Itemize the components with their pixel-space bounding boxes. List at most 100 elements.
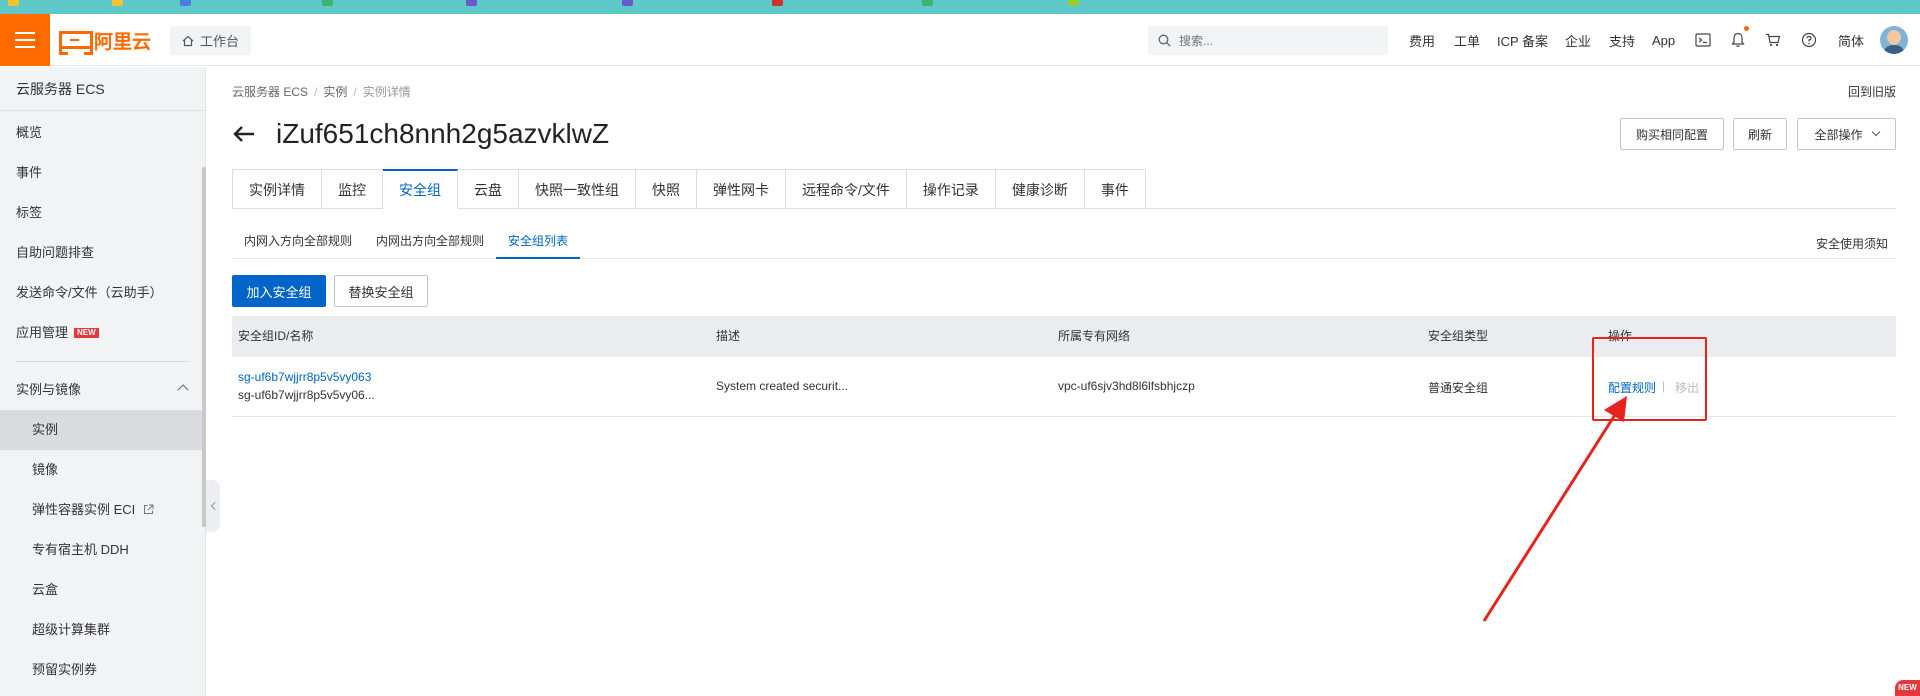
- col-header-actions: 操作: [1608, 329, 1633, 343]
- sidebar-item-cloudbox[interactable]: 云盒: [0, 570, 205, 610]
- nav-app[interactable]: App: [1652, 14, 1675, 66]
- bookmarks-bar: [0, 0, 1920, 14]
- refresh-button[interactable]: 刷新: [1733, 118, 1787, 150]
- tab-health-diagnosis[interactable]: 健康诊断: [995, 169, 1085, 209]
- chevron-left-icon: [210, 501, 219, 511]
- chevron-up-icon: [177, 384, 189, 396]
- page-title: iZuf651ch8nnh2g5azvklwZ: [276, 118, 610, 149]
- hamburger-menu-button[interactable]: [0, 14, 50, 66]
- sidebar-item-cloud-assistant[interactable]: 发送命令/文件（云助手）: [0, 273, 205, 313]
- tab-security-groups[interactable]: 安全组: [383, 169, 458, 209]
- sidebar-item-eci[interactable]: 弹性容器实例 ECI: [0, 490, 205, 530]
- configure-rules-link[interactable]: 配置规则: [1608, 379, 1656, 396]
- security-group-name: sg-uf6b7wjjrr8p5v5vy06...: [238, 388, 375, 402]
- tab-eni[interactable]: 弹性网卡: [697, 169, 786, 209]
- sidebar-item-reserved[interactable]: 预留实例券: [0, 650, 205, 690]
- aliyun-logo[interactable]: 阿里云: [59, 28, 152, 55]
- col-header-id-name: 安全组ID/名称: [238, 329, 314, 343]
- subtab-inbound-rules[interactable]: 内网入方向全部规则: [232, 226, 364, 259]
- bookmark[interactable]: [322, 0, 337, 8]
- tab-instance-details[interactable]: 实例详情: [232, 169, 322, 209]
- tab-snapshot-consistency[interactable]: 快照一致性组: [519, 169, 636, 209]
- logo-icon: [59, 31, 93, 55]
- breadcrumb-ecs[interactable]: 云服务器 ECS: [232, 85, 308, 99]
- search-input[interactable]: [1179, 33, 1379, 48]
- security-notice-link[interactable]: 安全使用须知: [1816, 235, 1888, 252]
- sidebar-item-troubleshoot[interactable]: 自助问题排查: [0, 233, 205, 273]
- sidebar-item-images[interactable]: 镜像: [0, 450, 205, 490]
- tab-operation-logs[interactable]: 操作记录: [906, 169, 996, 209]
- sidebar-item-label: 应用管理: [16, 325, 69, 340]
- nav-support[interactable]: 支持: [1609, 14, 1635, 66]
- bookmark[interactable]: [1068, 0, 1083, 8]
- all-actions-dropdown[interactable]: 全部操作: [1797, 118, 1896, 150]
- replace-security-group-button[interactable]: 替换安全组: [334, 275, 428, 307]
- bookmark[interactable]: [180, 0, 195, 8]
- global-search[interactable]: [1148, 26, 1388, 55]
- bookmark[interactable]: [622, 0, 637, 8]
- new-badge: NEW: [74, 328, 99, 338]
- breadcrumb-instances[interactable]: 实例: [323, 85, 347, 99]
- sidebar-collapse-handle[interactable]: [206, 480, 220, 532]
- back-arrow-icon[interactable]: [232, 125, 256, 143]
- nav-tickets[interactable]: 工单: [1454, 14, 1480, 66]
- cart-icon[interactable]: [1762, 14, 1784, 66]
- nav-fees[interactable]: 费用: [1409, 14, 1435, 66]
- sidebar-item-tags[interactable]: 标签: [0, 193, 205, 233]
- all-actions-label: 全部操作: [1814, 127, 1863, 142]
- nav-enterprise[interactable]: 企业: [1565, 14, 1591, 66]
- bookmark[interactable]: [466, 0, 481, 8]
- tab-monitoring[interactable]: 监控: [322, 169, 383, 209]
- sidebar-item-overview[interactable]: 概览: [0, 113, 205, 153]
- sidebar-group-label: 实例与镜像: [16, 382, 82, 397]
- external-link-icon: [143, 504, 154, 514]
- sidebar-item-instances[interactable]: 实例: [0, 410, 205, 450]
- terminal-icon[interactable]: [1692, 14, 1714, 66]
- nav-icp[interactable]: ICP 备案: [1497, 14, 1548, 66]
- table-header: 安全组ID/名称 描述 所属专有网络 安全组类型 操作: [232, 316, 1896, 357]
- security-group-vpc: vpc-uf6sjv3hd8l6lfsbhjczp: [1058, 379, 1195, 393]
- sidebar-item-scc[interactable]: 超级计算集群: [0, 610, 205, 650]
- security-group-description: System created securit...: [716, 379, 849, 393]
- menu-icon: [15, 39, 35, 41]
- tab-remote-commands[interactable]: 远程命令/文件: [786, 169, 907, 209]
- breadcrumb-current: 实例详情: [362, 85, 411, 99]
- bookmark[interactable]: [112, 0, 127, 8]
- buy-same-config-button[interactable]: 购买相同配置: [1620, 118, 1724, 150]
- security-group-id-link[interactable]: sg-uf6b7wjjrr8p5v5vy063: [238, 370, 371, 384]
- help-icon[interactable]: [1798, 14, 1820, 66]
- sidebar-divider: [16, 361, 189, 362]
- back-to-old-version-link[interactable]: 回到旧版: [1848, 83, 1896, 100]
- tab-disks[interactable]: 云盘: [458, 169, 519, 209]
- workbench-button[interactable]: 工作台: [170, 26, 252, 55]
- page-header: iZuf651ch8nnh2g5azvklwZ: [232, 116, 609, 152]
- action-separator: |: [1662, 379, 1666, 393]
- breadcrumb: 云服务器 ECS / 实例 / 实例详情: [232, 85, 411, 99]
- sidebar-item-events[interactable]: 事件: [0, 153, 205, 193]
- sidebar-item-app-management[interactable]: 应用管理 NEW: [0, 313, 205, 353]
- notification-dot: [1744, 26, 1749, 31]
- remove-link[interactable]: 移出: [1675, 379, 1699, 396]
- bell-icon[interactable]: [1727, 14, 1749, 66]
- logo-text: 阿里云: [94, 31, 152, 53]
- tab-events[interactable]: 事件: [1084, 169, 1146, 209]
- sidebar-item-ddh[interactable]: 专有宿主机 DDH: [0, 530, 205, 570]
- subtab-security-group-list[interactable]: 安全组列表: [496, 226, 581, 259]
- bookmark[interactable]: [8, 0, 23, 8]
- col-header-description: 描述: [716, 329, 741, 343]
- instance-tabs: 实例详情 监控 安全组 云盘 快照一致性组 快照 弹性网卡 远程命令/文件 操作…: [232, 169, 1896, 209]
- workbench-label: 工作台: [200, 34, 240, 49]
- bookmark[interactable]: [772, 0, 787, 8]
- chevron-down-icon: [1871, 127, 1880, 137]
- tab-snapshots[interactable]: 快照: [636, 169, 697, 209]
- subtab-outbound-rules[interactable]: 内网出方向全部规则: [364, 226, 496, 259]
- join-security-group-button[interactable]: 加入安全组: [232, 275, 326, 307]
- bookmark[interactable]: [922, 0, 937, 8]
- sidebar-group-instances-images[interactable]: 实例与镜像: [0, 370, 205, 410]
- sidebar-item-label: 弹性容器实例 ECI: [32, 502, 136, 517]
- language-switch[interactable]: 简体: [1838, 14, 1864, 66]
- search-icon: [1158, 34, 1171, 47]
- sidebar-scrollbar[interactable]: [202, 167, 206, 527]
- new-feature-badge[interactable]: NEW: [1895, 680, 1920, 696]
- user-avatar[interactable]: [1880, 26, 1908, 54]
